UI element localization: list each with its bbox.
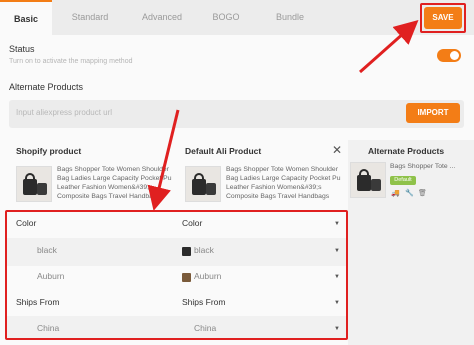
arrow-to-mapping xyxy=(147,109,180,211)
arrow-to-save xyxy=(359,20,419,74)
annotation-arrows xyxy=(147,20,419,211)
